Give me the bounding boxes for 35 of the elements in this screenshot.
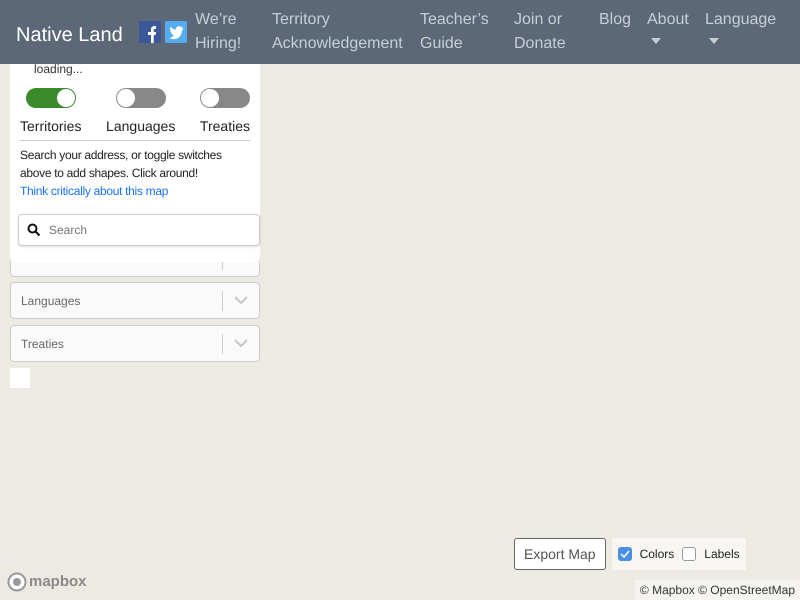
- caret-icon: [709, 38, 719, 44]
- select-label: Languages: [21, 292, 82, 310]
- help-text: Search your address, or toggle switches above to add shapes. Click around! Think critically about this map: [20, 147, 223, 200]
- toggle-label: Territories: [20, 117, 82, 136]
- loading-text: loading...: [34, 61, 84, 78]
- brand-title[interactable]: Native Land: [16, 20, 139, 50]
- chevron-down-icon: [234, 339, 248, 348]
- checkbox[interactable]: [682, 547, 696, 561]
- nav-link[interactable]: Teacher’s Guide: [420, 8, 514, 56]
- nav-link[interactable]: Join or Donate: [514, 8, 599, 56]
- mapbox-logo[interactable]: mapbox: [7, 571, 87, 594]
- nav-link[interactable]: Language: [705, 8, 785, 44]
- export-map-button[interactable]: Export Map: [514, 538, 606, 570]
- option-label: Colors: [640, 546, 674, 563]
- toggle-switch[interactable]: [200, 88, 250, 108]
- toggle-label: Treaties: [200, 117, 250, 136]
- facebook-icon[interactable]: [139, 21, 161, 43]
- chevron-down-icon: [234, 296, 248, 305]
- option-label: Labels: [704, 546, 740, 563]
- search-icon: [27, 223, 41, 237]
- toggle-switch[interactable]: [116, 88, 166, 108]
- think-critically-link[interactable]: Think critically about this map: [20, 184, 168, 198]
- toggle-switch[interactable]: [26, 88, 76, 108]
- nav-link[interactable]: Blog: [599, 8, 647, 32]
- layer-select[interactable]: Languages: [10, 282, 260, 319]
- search-field[interactable]: Search: [18, 214, 260, 246]
- caret-icon: [651, 38, 661, 44]
- layer-select[interactable]: Treaties: [10, 325, 260, 362]
- nav-link[interactable]: We’re Hiring!: [195, 8, 272, 56]
- attribution: © Mapbox © OpenStreetMap: [634, 580, 800, 600]
- toggle-label: Languages: [106, 117, 176, 136]
- nav-link[interactable]: Territory Acknowledgement: [272, 8, 420, 56]
- checkbox[interactable]: [618, 547, 632, 561]
- select-label: Treaties: [21, 336, 65, 352]
- nav-link[interactable]: About: [647, 8, 705, 44]
